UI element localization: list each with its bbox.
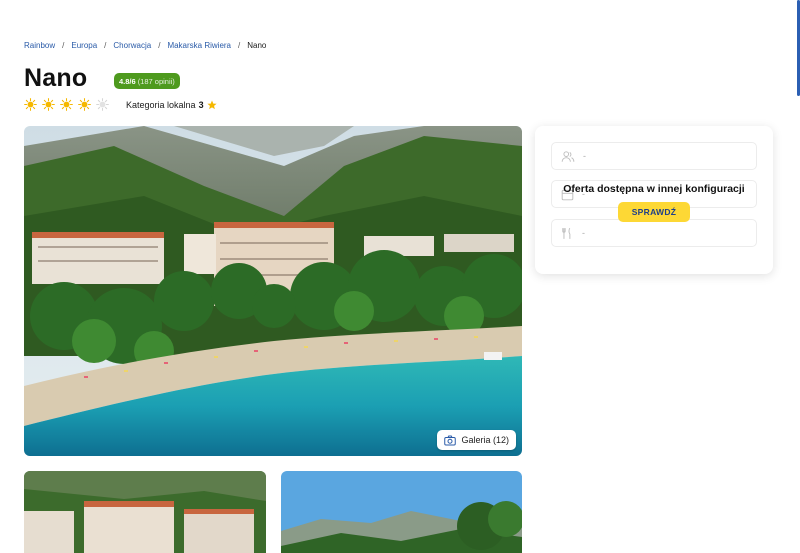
breadcrumb-link-europa[interactable]: Europa — [71, 41, 97, 50]
check-button[interactable]: SPRAWDŹ — [618, 202, 690, 222]
breadcrumb-current: Nano — [247, 41, 267, 50]
thumbnail-image — [24, 471, 266, 553]
category-label: Kategoria lokalna — [126, 100, 196, 110]
guests-value: - — [583, 151, 586, 161]
category-value: 3 — [198, 100, 204, 110]
unavailable-overlay: Oferta dostępna w innej konfiguracji SPR… — [535, 183, 773, 222]
hotel-photo-thumbnail[interactable] — [24, 471, 266, 553]
meal-value: - — [582, 228, 585, 238]
gallery-button[interactable]: Galeria (12) — [437, 430, 516, 450]
sun-icon-filled — [42, 98, 55, 111]
breadcrumb-separator: / — [62, 41, 65, 50]
meal-field[interactable]: - — [551, 219, 757, 247]
breadcrumb-link-rainbow[interactable]: Rainbow — [24, 41, 55, 50]
sun-icon-filled — [78, 98, 91, 111]
gallery-label: Galeria (12) — [461, 435, 509, 445]
sun-icon-filled — [24, 98, 37, 111]
rating-score: 4.8/6 — [119, 76, 136, 86]
offer-message: Oferta dostępna w innej konfiguracji — [563, 183, 745, 195]
guests-icon — [561, 150, 575, 162]
thumbnail-image — [281, 471, 522, 553]
hotel-photo-thumbnail[interactable] — [281, 471, 522, 553]
rating-count: (187 opinii) — [137, 76, 175, 86]
booking-panel: - - - Oferta dostępna w innej konfigurac… — [535, 126, 773, 274]
sun-rating — [24, 98, 109, 111]
sun-icon-filled — [60, 98, 73, 111]
breadcrumb-separator: / — [238, 41, 241, 50]
breadcrumb-link-chorwacja[interactable]: Chorwacja — [113, 41, 151, 50]
camera-icon — [444, 435, 457, 445]
breadcrumb-separator: / — [158, 41, 161, 50]
rating-badge[interactable]: 4.8/6 (187 opinii) — [114, 73, 180, 89]
cutlery-icon — [562, 227, 571, 239]
guests-field[interactable]: - — [551, 142, 757, 170]
main-hotel-photo[interactable]: Galeria (12) — [24, 126, 522, 456]
breadcrumb-separator: / — [104, 41, 107, 50]
hotel-photo-image — [24, 126, 522, 456]
sun-icon-empty — [96, 98, 109, 111]
breadcrumb: Rainbow / Europa / Chorwacja / Makarska … — [24, 41, 266, 50]
local-category: Kategoria lokalna 3 — [126, 100, 217, 110]
star-icon — [206, 100, 217, 110]
hotel-title: Nano — [24, 64, 88, 92]
breadcrumb-link-makarska[interactable]: Makarska Riwiera — [167, 41, 231, 50]
